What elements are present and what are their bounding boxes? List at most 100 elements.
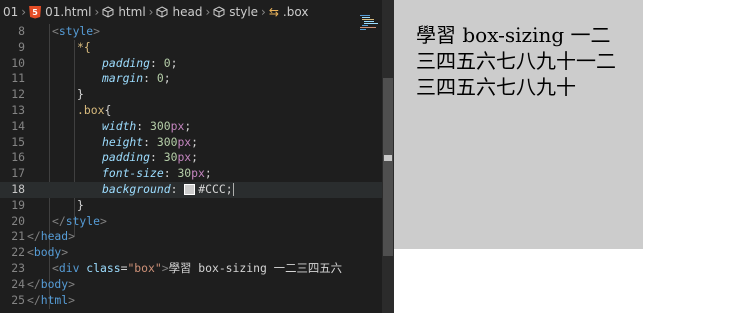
code-text: height: 300px;: [102, 135, 198, 151]
line-number: 18: [11, 181, 25, 196]
vertical-scrollbar[interactable]: [382, 0, 394, 313]
code-token: style: [58, 24, 94, 38]
breadcrumb-html-label: html: [118, 5, 146, 19]
code-editor[interactable]: 01 › 5 01.html › html › head › style › ⇆…: [0, 0, 394, 313]
breadcrumb-item-html[interactable]: html: [102, 5, 146, 19]
code-token: class: [86, 260, 121, 275]
code-token: :: [150, 150, 164, 165]
code-token: 300: [156, 134, 178, 149]
scrollbar-cursor-marker: [384, 155, 392, 161]
code-token: div: [58, 260, 80, 275]
code-token: </: [27, 292, 41, 307]
code-line[interactable]: 25 </html>: [0, 293, 394, 309]
code-text: <body>: [27, 245, 68, 261]
chevron-right-icon: ›: [148, 5, 154, 19]
breadcrumb-item-selector[interactable]: ⇆ .box: [269, 5, 309, 19]
code-token: 30: [163, 150, 178, 165]
code-token: ;: [163, 71, 171, 86]
line-number: 22: [11, 245, 25, 260]
code-token: head: [40, 229, 69, 244]
line-number: 21: [11, 229, 25, 244]
line-number: 23: [11, 260, 25, 275]
breadcrumb-item-style[interactable]: style: [213, 5, 258, 19]
code-token: 30: [177, 166, 192, 181]
code-token: }: [77, 87, 84, 102]
code-line[interactable]: 13 .box{: [0, 103, 394, 119]
code-token: >: [161, 260, 169, 275]
code-line[interactable]: 14 width: 300px;: [0, 119, 394, 135]
code-text: font-size: 30px;: [102, 166, 212, 182]
code-token: body: [40, 276, 69, 291]
code-token: >: [68, 229, 76, 244]
code-text: <div class="box">學習 box-sizing 一二三四五六: [52, 261, 342, 277]
code-line[interactable]: 21 </head>: [0, 229, 394, 245]
scrollbar-thumb[interactable]: [383, 78, 393, 256]
code-token: 0: [156, 71, 164, 86]
code-token: >: [100, 213, 107, 228]
code-token: :: [136, 118, 151, 133]
code-line[interactable]: 23 <div class="box">學習 box-sizing 一二三四五六: [0, 261, 394, 277]
code-token: px: [170, 118, 185, 133]
chevron-right-icon: ›: [261, 5, 266, 19]
code-line[interactable]: 18 background: #CCC;: [0, 181, 394, 198]
code-token: margin: [102, 71, 144, 86]
code-line[interactable]: 15 height: 300px;: [0, 135, 394, 151]
code-token: >: [61, 245, 69, 260]
code-text: </html>: [27, 293, 75, 309]
breadcrumb: 01 › 5 01.html › html › head › style › ⇆…: [0, 0, 394, 24]
code-token: body: [33, 245, 62, 260]
code-token: {: [104, 102, 112, 117]
code-token: padding: [102, 150, 151, 165]
text-cursor: [232, 182, 234, 196]
chevron-right-icon: ›: [21, 5, 27, 19]
line-number: 14: [11, 118, 25, 133]
line-number: 13: [11, 102, 25, 117]
code-token: >: [93, 24, 101, 38]
code-area[interactable]: 8 <style> 9 *{10 padding: 0; 11 margin: 0; 12} 1…: [0, 24, 394, 308]
line-number: 12: [11, 87, 25, 102]
code-token: 學習 box-sizing 一二三四五六: [168, 260, 343, 275]
code-line[interactable]: 11 margin: 0;: [0, 71, 394, 87]
code-token: </: [27, 276, 41, 291]
breadcrumb-item-file[interactable]: 5 01.html: [29, 5, 92, 19]
code-token: :: [170, 181, 185, 196]
code-text: </style>: [52, 214, 107, 230]
code-token: <: [52, 24, 59, 38]
code-token: font-size: [102, 166, 164, 181]
code-line[interactable]: 24 </body>: [0, 277, 394, 293]
code-token: #CCC: [198, 181, 226, 196]
code-token: px: [177, 134, 192, 149]
code-token: </: [27, 229, 41, 244]
code-token: :: [143, 134, 157, 149]
breadcrumb-style-label: style: [229, 5, 259, 19]
code-text: margin: 0;: [102, 71, 171, 87]
code-line[interactable]: 8 <style>: [0, 24, 394, 40]
code-line[interactable]: 12}: [0, 87, 394, 103]
code-line[interactable]: 17 font-size: 30px;: [0, 166, 394, 182]
code-token: html: [40, 292, 69, 307]
cube-icon: [156, 6, 168, 18]
code-line[interactable]: 20 </style>: [0, 214, 394, 230]
code-token: >: [68, 276, 76, 291]
code-text: padding: 0;: [102, 56, 177, 72]
minimap[interactable]: [360, 14, 382, 38]
breadcrumb-item-head[interactable]: head: [156, 5, 202, 19]
code-line[interactable]: 22 <body>: [0, 245, 394, 261]
code-token: width: [102, 118, 137, 133]
code-token: ;: [170, 55, 178, 70]
preview-box: 學習 box-sizing 一二三四五六七八九十一二三四五六七八九十: [394, 0, 643, 249]
code-token: px: [177, 150, 192, 165]
cube-icon: [213, 6, 225, 18]
code-line[interactable]: 16 padding: 30px;: [0, 150, 394, 166]
code-text: .box{: [77, 103, 111, 119]
code-line[interactable]: 9 *{: [0, 40, 394, 56]
line-number: 17: [11, 166, 25, 181]
code-text: }: [77, 198, 84, 214]
breadcrumb-file-label: 01.html: [45, 5, 92, 19]
breadcrumb-item-folder[interactable]: 01: [3, 5, 18, 19]
code-token: style: [65, 213, 101, 228]
code-line[interactable]: 10 padding: 0;: [0, 56, 394, 72]
line-number: 9: [18, 39, 25, 54]
code-line[interactable]: 19}: [0, 198, 394, 214]
color-swatch[interactable]: [184, 183, 196, 195]
